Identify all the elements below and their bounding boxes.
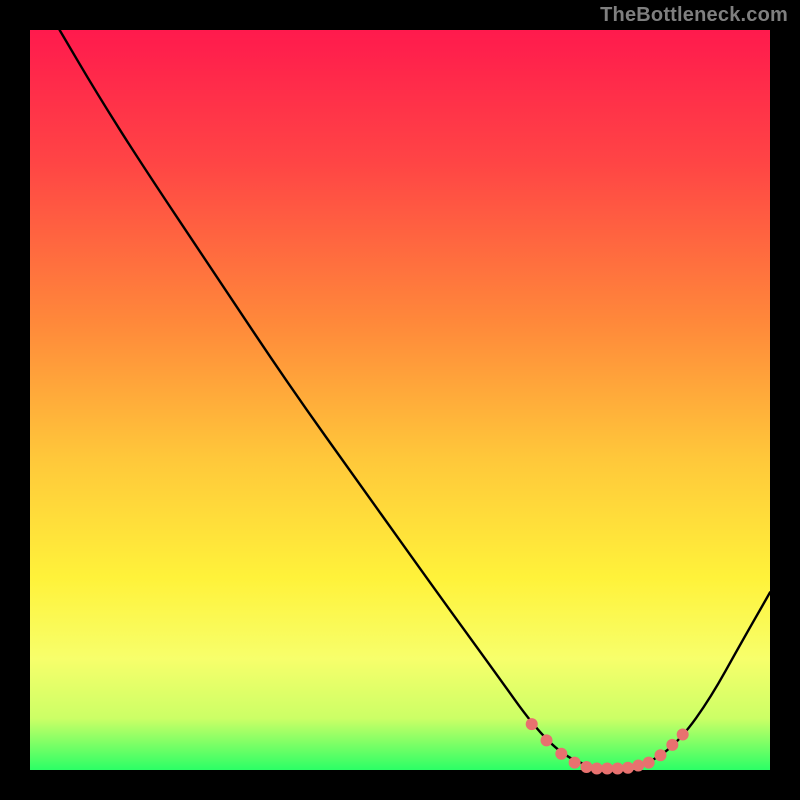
optimal-dot (677, 728, 689, 740)
optimal-dot (569, 757, 581, 769)
optimal-dot (591, 763, 603, 775)
optimal-dot (526, 718, 538, 730)
optimal-dot (654, 749, 666, 761)
chart-stage: TheBottleneck.com (0, 0, 800, 800)
optimal-dot (580, 761, 592, 773)
optimal-dot (555, 748, 567, 760)
plot-background (30, 30, 770, 770)
watermark-text: TheBottleneck.com (600, 4, 788, 27)
optimal-dot (622, 762, 634, 774)
optimal-dot (643, 757, 655, 769)
optimal-dot (601, 763, 613, 775)
bottleneck-chart (0, 0, 800, 800)
optimal-dot (632, 760, 644, 772)
optimal-dot (541, 734, 553, 746)
optimal-dot (612, 763, 624, 775)
optimal-dot (666, 739, 678, 751)
